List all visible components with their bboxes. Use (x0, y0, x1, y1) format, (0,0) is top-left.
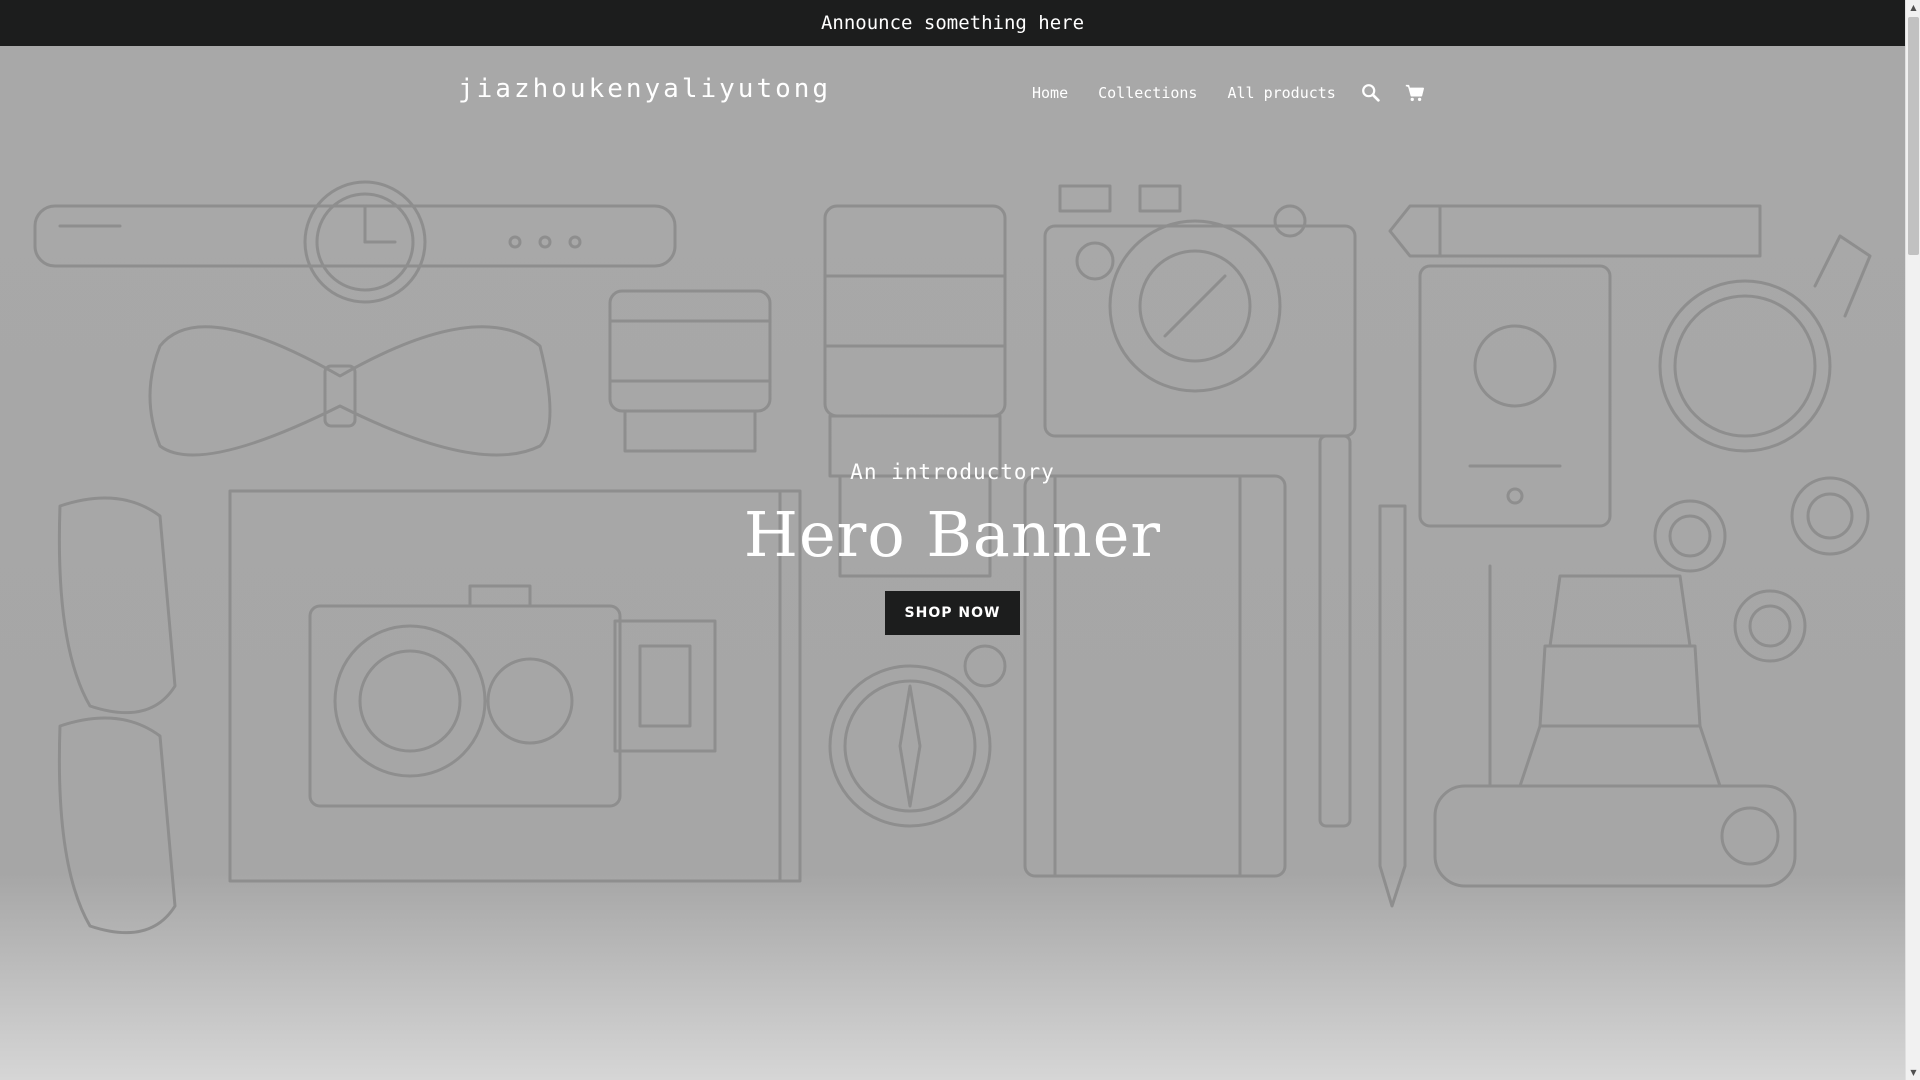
announcement-bar[interactable]: Announce something here (0, 0, 1905, 46)
nav-all-products[interactable]: All products (1227, 84, 1335, 102)
nav-home[interactable]: Home (1032, 84, 1068, 102)
hero-content: An introductory Hero Banner SHOP NOW (0, 460, 1905, 635)
shop-now-button[interactable]: SHOP NOW (884, 591, 1021, 635)
site-header: jiazhoukenyaliyutong Home Collections Al… (0, 46, 1905, 142)
page: Announce something here jiazhoukenyaliyu… (0, 0, 1905, 1080)
nav-collections[interactable]: Collections (1098, 84, 1197, 102)
scroll-up-arrow-icon[interactable]: ▲ (1906, 0, 1920, 15)
hero-subtitle: An introductory (850, 460, 1055, 484)
search-icon[interactable] (1360, 82, 1382, 104)
scroll-down-arrow-icon[interactable]: ▼ (1906, 1065, 1920, 1080)
cart-icon[interactable] (1404, 82, 1426, 104)
main-nav: Home Collections All products (1032, 82, 1426, 104)
site-logo[interactable]: jiazhoukenyaliyutong (458, 74, 831, 104)
page-scrollbar[interactable]: ▲ ▼ (1905, 0, 1920, 1080)
scrollbar-thumb[interactable] (1908, 17, 1919, 255)
announcement-text: Announce something here (820, 12, 1085, 34)
hero-title: Hero Banner (743, 498, 1162, 571)
